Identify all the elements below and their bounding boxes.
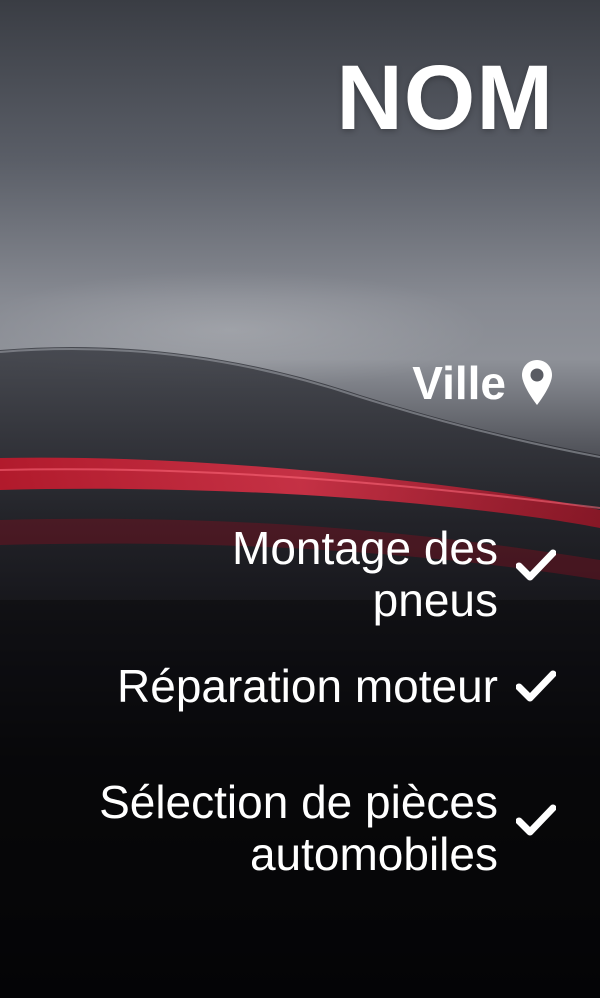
city-label: Ville: [412, 357, 506, 409]
ad-content: NOM Ville Montage des pneus Réparation m…: [0, 0, 600, 998]
advertisement-banner: NOM Ville Montage des pneus Réparation m…: [0, 0, 600, 998]
checkmark-icon: [516, 804, 556, 836]
business-name: NOM: [336, 47, 554, 149]
location: Ville: [412, 358, 554, 408]
map-pin-icon: [522, 360, 552, 405]
service-label: Réparation moteur: [117, 660, 498, 712]
service-label: Montage des pneus: [232, 522, 498, 626]
service-item: Montage des pneus: [228, 522, 556, 626]
service-item: Sélection de pièces automobiles: [8, 776, 556, 880]
service-label: Sélection de pièces automobiles: [99, 776, 498, 880]
checkmark-icon: [516, 670, 556, 702]
checkmark-icon: [516, 549, 556, 581]
service-item: Réparation moteur: [117, 660, 556, 712]
